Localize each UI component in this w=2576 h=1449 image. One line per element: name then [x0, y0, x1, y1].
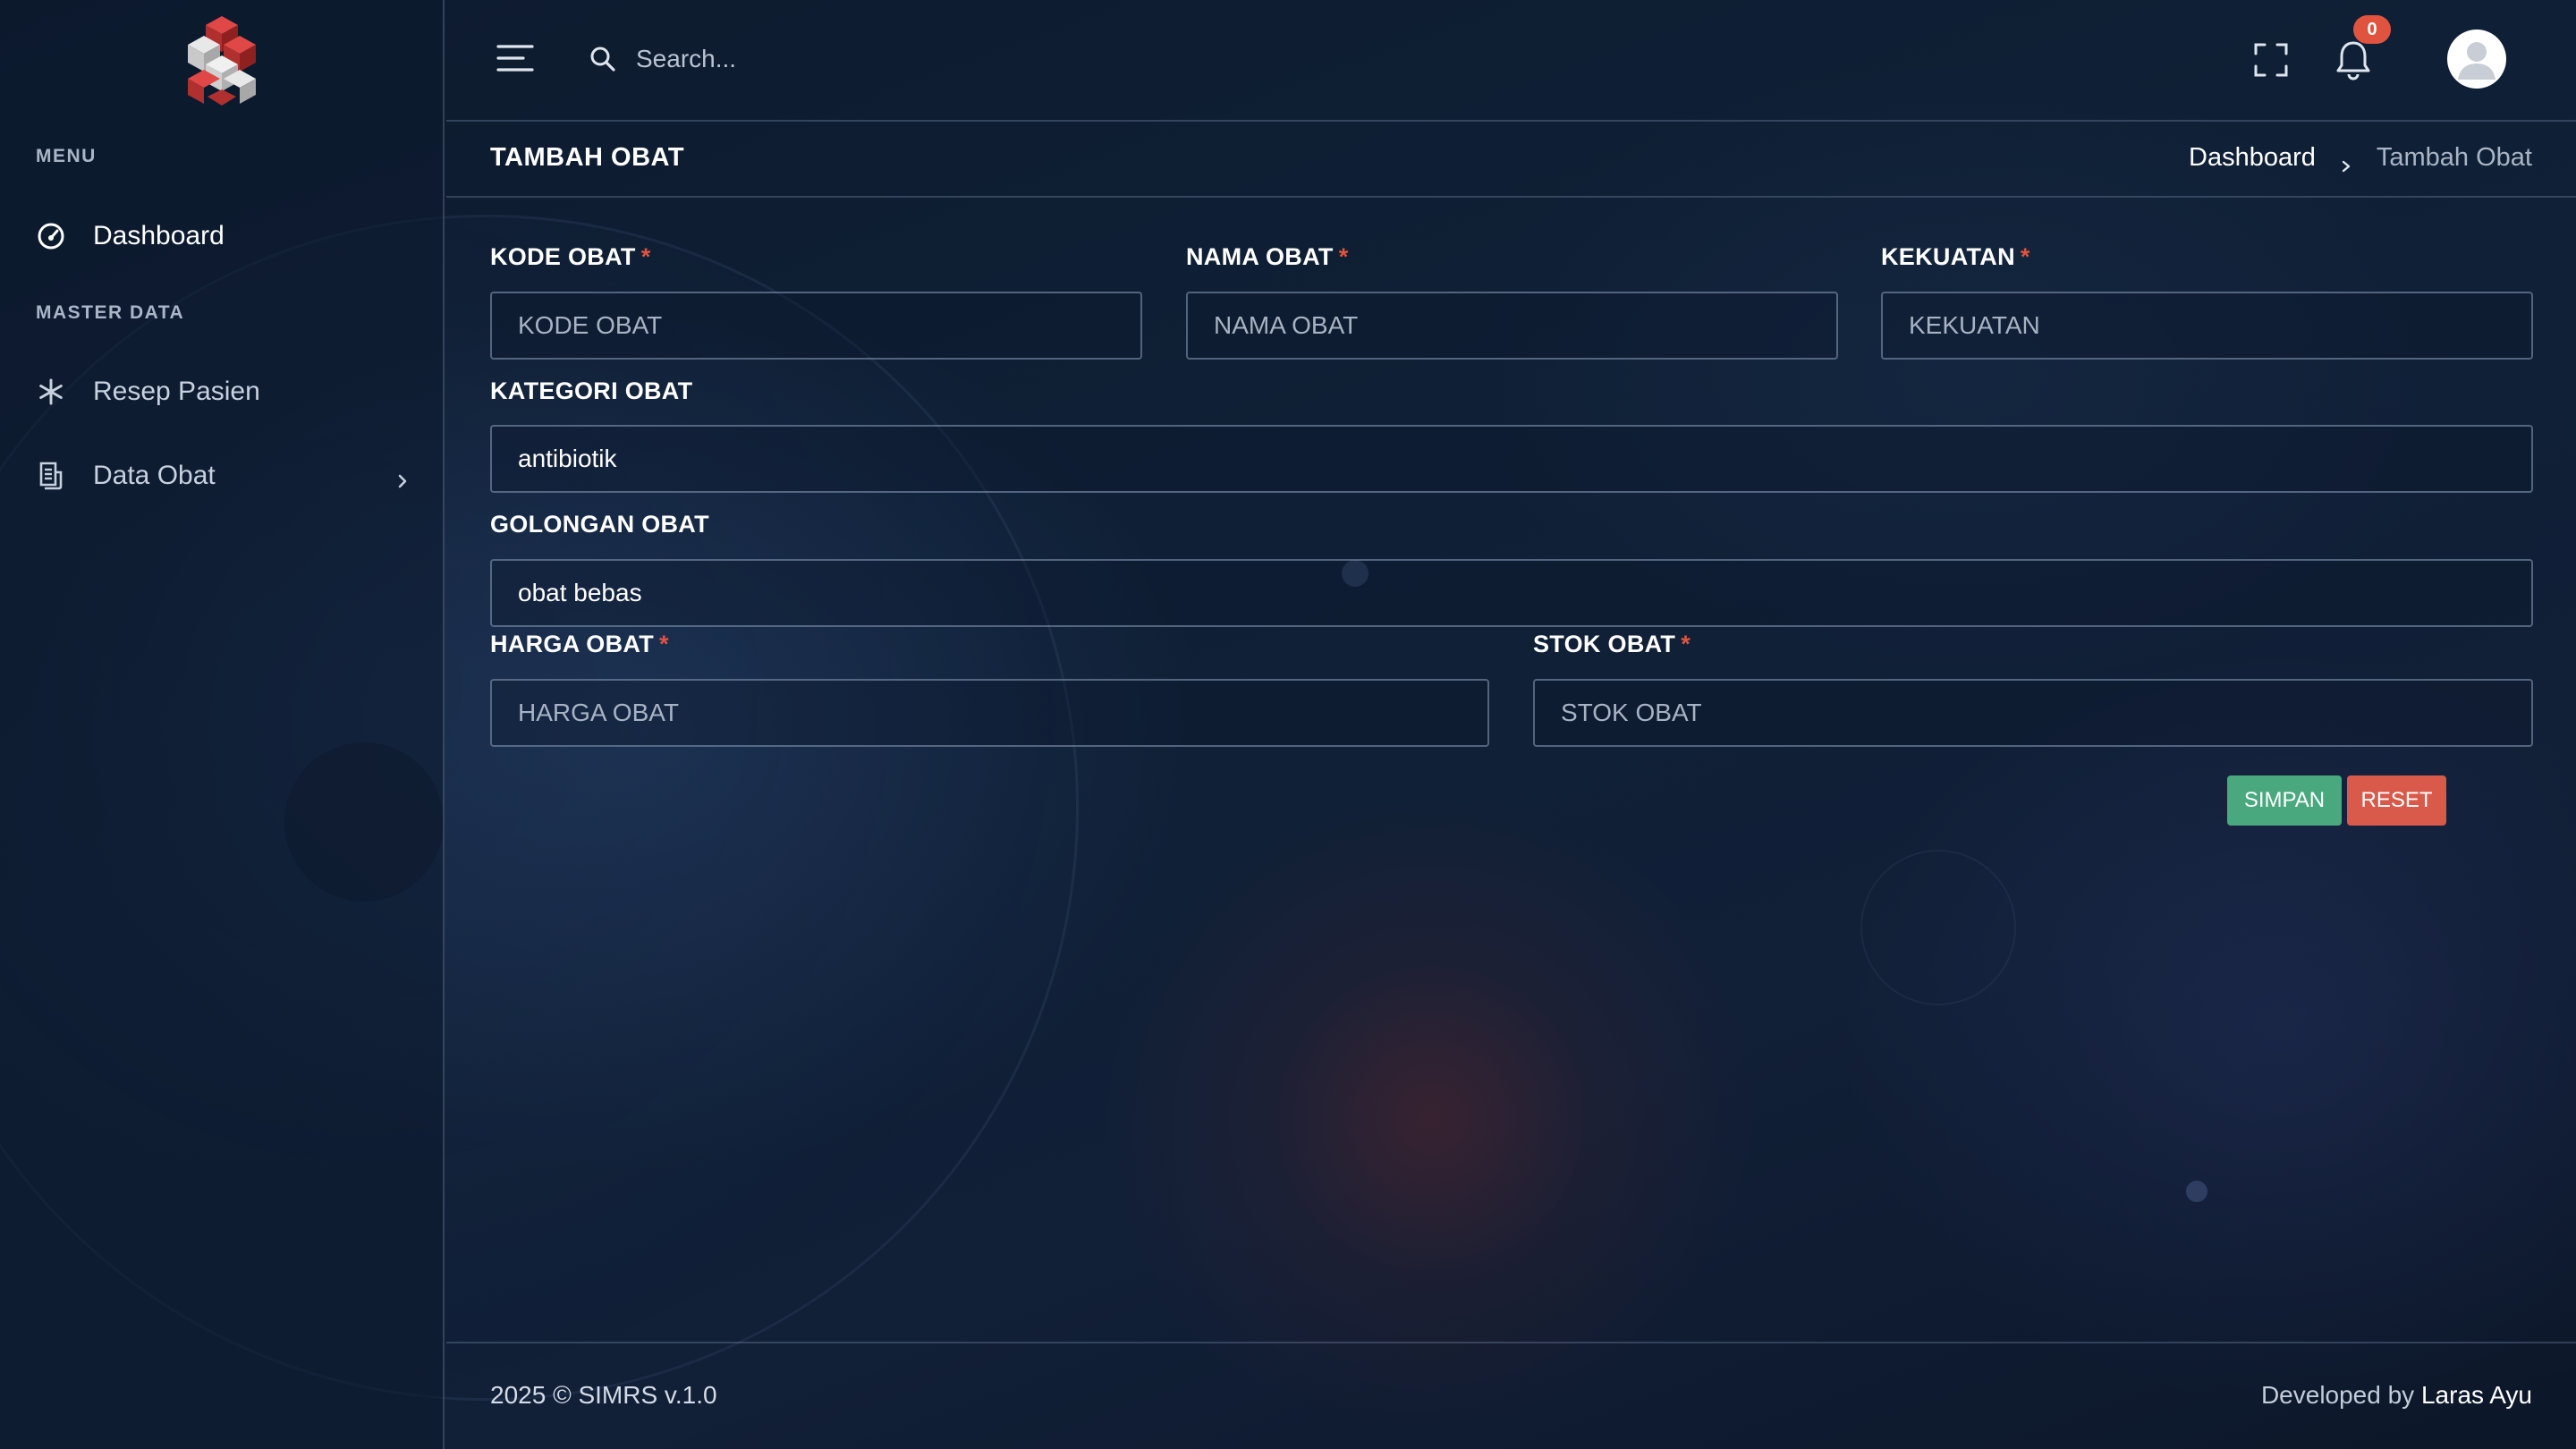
- harga-obat-label-text: HARGA OBAT: [490, 631, 654, 657]
- kategori-obat-label: KATEGORI OBAT: [490, 377, 693, 404]
- sidebar-item-resep-pasien[interactable]: Resep Pasien: [36, 365, 411, 419]
- breadcrumb-dashboard-link[interactable]: Dashboard: [2189, 143, 2316, 173]
- required-mark: *: [1338, 243, 1349, 270]
- footer-credit: Developed by Laras Ayu: [2261, 1381, 2532, 1410]
- chevron-right-icon: [394, 467, 411, 488]
- dashboard-gauge-icon: [36, 221, 66, 251]
- sidebar-item-label: Data Obat: [93, 461, 216, 490]
- footer-copyright: 2025 © SIMRS v.1.0: [490, 1381, 717, 1409]
- nama-obat-label: NAMA OBAT *: [1186, 243, 1349, 271]
- master-data-section-label: MASTER DATA: [36, 302, 185, 323]
- page-title: TAMBAH OBAT: [490, 143, 685, 172]
- reset-button[interactable]: RESET: [2347, 775, 2446, 826]
- chevron-right-icon: [2339, 151, 2353, 172]
- search-input[interactable]: [634, 44, 1013, 74]
- kode-obat-label-text: KODE OBAT: [490, 243, 636, 270]
- asterisk-icon: [36, 377, 66, 407]
- notification-count-badge: 0: [2353, 15, 2391, 44]
- breadcrumb-current: Tambah Obat: [2376, 143, 2532, 172]
- page-title-bar: TAMBAH OBAT Dashboard Tambah Obat: [446, 122, 2576, 198]
- top-header: 0: [446, 0, 2576, 122]
- kode-obat-field[interactable]: [490, 292, 1142, 360]
- golongan-obat-field[interactable]: [490, 559, 2533, 627]
- required-mark: *: [640, 243, 651, 270]
- required-mark: *: [2020, 243, 2030, 270]
- document-list-icon: [36, 461, 66, 491]
- sidebar: MENU Dashboard MASTER DATA Resep Pasien: [0, 0, 445, 1449]
- footer-author-link[interactable]: Laras Ayu: [2421, 1381, 2532, 1409]
- harga-obat-field[interactable]: [490, 679, 1489, 747]
- stok-obat-label-text: STOK OBAT: [1533, 631, 1676, 657]
- menu-section-label: MENU: [36, 146, 97, 166]
- fullscreen-icon[interactable]: [2254, 43, 2288, 77]
- harga-obat-label: HARGA OBAT *: [490, 631, 669, 658]
- hamburger-icon[interactable]: [496, 43, 534, 73]
- stok-obat-field[interactable]: [1533, 679, 2533, 747]
- sidebar-item-data-obat[interactable]: Data Obat: [36, 449, 411, 503]
- kekuatan-field[interactable]: [1881, 292, 2533, 360]
- nama-obat-field[interactable]: [1186, 292, 1838, 360]
- sidebar-item-label: Resep Pasien: [93, 377, 260, 406]
- sidebar-item-dashboard[interactable]: Dashboard: [36, 209, 411, 263]
- background-planet-blue: [1860, 850, 2016, 1005]
- nama-obat-label-text: NAMA OBAT: [1186, 243, 1334, 270]
- kekuatan-label-text: KEKUATAN: [1881, 243, 2015, 270]
- breadcrumb: Dashboard Tambah Obat: [2189, 143, 2532, 173]
- kode-obat-label: KODE OBAT *: [490, 243, 651, 271]
- search-icon: [589, 46, 616, 72]
- stok-obat-label: STOK OBAT *: [1533, 631, 1690, 658]
- background-planet-red: [1279, 966, 1583, 1270]
- sidebar-item-label: Dashboard: [93, 221, 225, 250]
- required-mark: *: [658, 631, 669, 657]
- background-star: [2186, 1181, 2207, 1202]
- bell-icon[interactable]: [2334, 39, 2372, 80]
- search-box: [589, 36, 1037, 82]
- required-mark: *: [1681, 631, 1691, 657]
- footer-developed-by: Developed by: [2260, 1381, 2415, 1409]
- kekuatan-label: KEKUATAN *: [1881, 243, 2030, 271]
- user-avatar-icon[interactable]: [2447, 30, 2506, 89]
- golongan-obat-label: GOLONGAN OBAT: [490, 511, 709, 538]
- save-button[interactable]: SIMPAN: [2227, 775, 2342, 826]
- footer: 2025 © SIMRS v.1.0 Developed by Laras Ay…: [446, 1342, 2576, 1449]
- app-logo[interactable]: [177, 14, 267, 107]
- kategori-obat-field[interactable]: [490, 425, 2533, 493]
